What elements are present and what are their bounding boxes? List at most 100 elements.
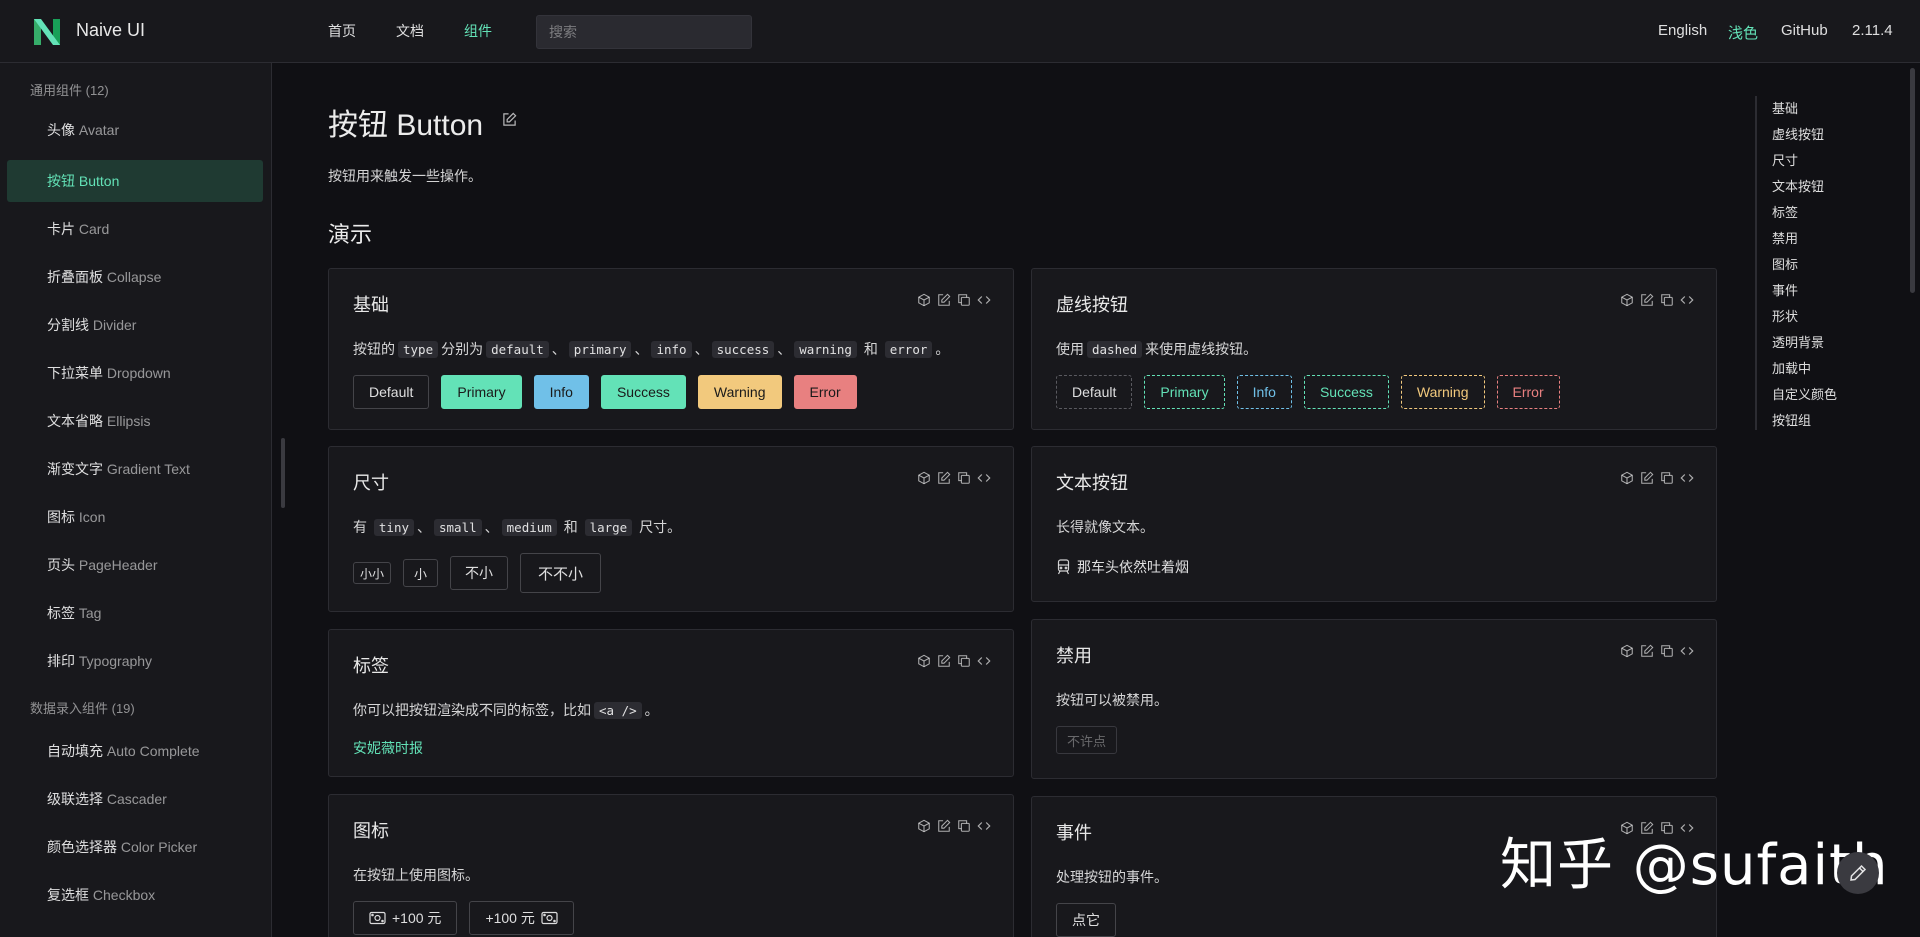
copy-icon[interactable] <box>957 293 971 307</box>
info-button[interactable]: Info <box>533 375 589 409</box>
anchor-item[interactable]: 虚线按钮 <box>1772 124 1824 143</box>
sidebar-item-dropdown[interactable]: 下拉菜单 Dropdown <box>7 352 263 394</box>
tiny-button[interactable]: 小小 <box>353 562 392 584</box>
codesandbox-icon[interactable] <box>1620 471 1634 485</box>
copy-icon[interactable] <box>1660 644 1674 658</box>
copy-icon[interactable] <box>1660 293 1674 307</box>
anchor-item[interactable]: 基础 <box>1772 98 1798 117</box>
github-link[interactable]: GitHub <box>1781 22 1828 39</box>
sidebar-item-icon[interactable]: 图标 Icon <box>7 496 263 538</box>
anchor-item[interactable]: 事件 <box>1772 280 1798 299</box>
main-scrollbar[interactable] <box>1910 68 1915 293</box>
theme-switch-button[interactable]: 浅色 <box>1728 22 1758 43</box>
sidebar-item-avatar[interactable]: 头像 Avatar <box>7 109 263 151</box>
small-button[interactable]: 小 <box>403 559 439 587</box>
codesandbox-icon[interactable] <box>917 654 931 668</box>
codesandbox-icon[interactable] <box>1620 644 1634 658</box>
codesandbox-icon[interactable] <box>917 819 931 833</box>
edit-fab-button[interactable] <box>1837 852 1879 894</box>
show-code-icon[interactable] <box>977 654 991 668</box>
show-code-icon[interactable] <box>1680 293 1694 307</box>
codesandbox-icon[interactable] <box>917 293 931 307</box>
edit-icon[interactable] <box>937 654 951 668</box>
brand-name[interactable]: Naive UI <box>76 20 145 41</box>
primary-button[interactable]: Primary <box>441 375 522 409</box>
copy-icon[interactable] <box>957 819 971 833</box>
dashed-warning-button[interactable]: Warning <box>1400 375 1485 409</box>
error-button[interactable]: Error <box>793 375 857 409</box>
card-title: 基础 <box>353 295 389 315</box>
demo-card-disabled: 禁用 按钮可以被禁用。 不许点 <box>1031 619 1717 779</box>
search-input[interactable] <box>536 15 752 49</box>
sidebar-item-tag[interactable]: 标签 Tag <box>7 592 263 634</box>
sidebar-item-color-picker[interactable]: 颜色选择器 Color Picker <box>7 826 263 868</box>
show-code-icon[interactable] <box>977 471 991 485</box>
anchor-item[interactable]: 尺寸 <box>1772 150 1798 169</box>
dashed-info-button[interactable]: Info <box>1236 375 1292 409</box>
edit-page-icon[interactable] <box>502 112 517 127</box>
sidebar-item-collapse[interactable]: 折叠面板 Collapse <box>7 256 263 298</box>
nav-components[interactable]: 组件 <box>464 21 492 41</box>
anchor-item[interactable]: 透明背景 <box>1772 332 1824 351</box>
nav-home[interactable]: 首页 <box>328 21 356 41</box>
lang-switch-button[interactable]: English <box>1658 22 1707 39</box>
edit-icon[interactable] <box>937 471 951 485</box>
show-code-icon[interactable] <box>1680 644 1694 658</box>
sidebar-item-gradient-text[interactable]: 渐变文字 Gradient Text <box>7 448 263 490</box>
show-code-icon[interactable] <box>1680 471 1694 485</box>
nav-docs[interactable]: 文档 <box>396 21 424 41</box>
default-button[interactable]: Default <box>353 375 430 409</box>
dashed-default-button[interactable]: Default <box>1056 375 1133 409</box>
anchor-item[interactable]: 禁用 <box>1772 228 1798 247</box>
sidebar-item-auto-complete[interactable]: 自动填充 Auto Complete <box>7 730 263 772</box>
large-button[interactable]: 不不小 <box>520 553 602 593</box>
card-toolbar <box>917 819 991 833</box>
edit-icon[interactable] <box>1640 293 1654 307</box>
anchor-item[interactable]: 加载中 <box>1772 358 1811 377</box>
show-code-icon[interactable] <box>977 293 991 307</box>
anchor-item[interactable]: 按钮组 <box>1772 410 1811 429</box>
click-me-button[interactable]: 点它 <box>1056 903 1116 937</box>
copy-icon[interactable] <box>957 654 971 668</box>
codesandbox-icon[interactable] <box>917 471 931 485</box>
sidebar-item-pageheader[interactable]: 页头 PageHeader <box>7 544 263 586</box>
edit-icon[interactable] <box>1640 644 1654 658</box>
sidebar-item-card[interactable]: 卡片 Card <box>7 208 263 250</box>
sidebar-group-common: 通用组件 (12) <box>30 83 109 98</box>
copy-icon[interactable] <box>957 471 971 485</box>
disabled-button[interactable]: 不许点 <box>1056 726 1118 754</box>
text-button[interactable]: 那车头依然吐着烟 <box>1056 557 1189 577</box>
sidebar-scrollbar[interactable] <box>281 438 285 508</box>
card-description: 你可以把按钮渲染成不同的标签，比如 <a />。 <box>353 702 659 719</box>
dashed-success-button[interactable]: Success <box>1303 375 1389 409</box>
sidebar-item-ellipsis[interactable]: 文本省略 Ellipsis <box>7 400 263 442</box>
warning-button[interactable]: Warning <box>697 375 782 409</box>
anchor-item[interactable]: 文本按钮 <box>1772 176 1824 195</box>
success-button[interactable]: Success <box>600 375 686 409</box>
codesandbox-icon[interactable] <box>1620 293 1634 307</box>
dashed-primary-button[interactable]: Primary <box>1144 375 1225 409</box>
anchor-item[interactable]: 标签 <box>1772 202 1798 221</box>
anchor-item[interactable]: 自定义颜色 <box>1772 384 1837 403</box>
version-badge[interactable]: 2.11.4 <box>1852 22 1893 39</box>
sidebar-item-typography[interactable]: 排印 Typography <box>7 640 263 682</box>
icon-left-button[interactable]: +100 元 <box>353 901 458 935</box>
naive-ui-logo-icon[interactable] <box>32 16 62 48</box>
show-code-icon[interactable] <box>977 819 991 833</box>
sidebar-item-cascader[interactable]: 级联选择 Cascader <box>7 778 263 820</box>
anchor-item[interactable]: 形状 <box>1772 306 1798 325</box>
sidebar-item-divider[interactable]: 分割线 Divider <box>7 304 263 346</box>
watermark: 知乎 @sufaith <box>1500 833 1889 898</box>
demo-card-icon: 图标 在按钮上使用图标。 +100 元 +100 元 <box>328 794 1014 937</box>
sidebar-item-checkbox[interactable]: 复选框 Checkbox <box>7 874 263 916</box>
edit-icon[interactable] <box>937 293 951 307</box>
medium-button[interactable]: 不小 <box>450 556 509 590</box>
anchor-item[interactable]: 图标 <box>1772 254 1798 273</box>
anchor-link-button[interactable]: 安妮薇时报 <box>353 738 423 758</box>
dashed-error-button[interactable]: Error <box>1496 375 1560 409</box>
edit-icon[interactable] <box>937 819 951 833</box>
icon-right-button[interactable]: +100 元 <box>469 901 574 935</box>
sidebar-item-button[interactable]: 按钮 Button <box>7 160 263 202</box>
copy-icon[interactable] <box>1660 471 1674 485</box>
edit-icon[interactable] <box>1640 471 1654 485</box>
